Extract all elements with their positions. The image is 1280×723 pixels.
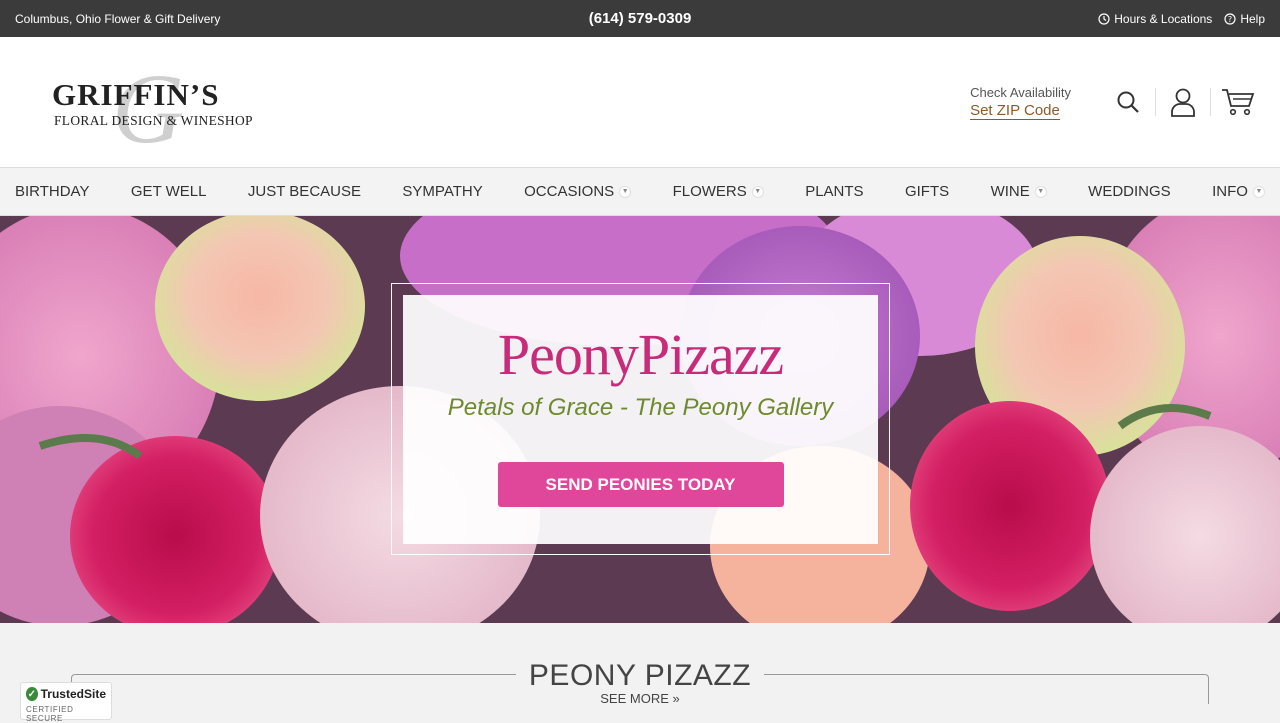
svg-text:?: ?: [1228, 15, 1232, 24]
nav-label: WEDDINGS: [1088, 183, 1171, 200]
account-button[interactable]: [1156, 80, 1210, 124]
nav-item-birthday[interactable]: BIRTHDAY: [15, 183, 89, 200]
help-label: Help: [1240, 11, 1265, 26]
trustedsite-badge[interactable]: ✓ TrustedSite CERTIFIED SECURE: [20, 682, 112, 723]
nav-item-get-well[interactable]: GET WELL: [131, 183, 207, 200]
cart-button[interactable]: [1211, 80, 1265, 124]
send-peonies-button[interactable]: SEND PEONIES TODAY: [497, 462, 784, 507]
trustedsite-label: TrustedSite: [40, 687, 106, 701]
nav-label: INFO: [1212, 183, 1248, 200]
nav-label: FLOWERS: [672, 183, 747, 200]
main-navigation: BIRTHDAY GET WELL JUST BECAUSE SYMPATHY …: [0, 167, 1280, 216]
nav-label: SYMPATHY: [402, 183, 483, 200]
clock-icon: [1098, 12, 1110, 25]
site-header: G GRIFFIN’S FLORAL DESIGN & WINESHOP Che…: [0, 37, 1280, 167]
nav-label: PLANTS: [805, 183, 864, 200]
hours-locations-link[interactable]: Hours & Locations: [1098, 12, 1212, 26]
account-icon: [1171, 88, 1195, 117]
cart-icon: [1222, 89, 1255, 116]
nav-item-sympathy[interactable]: SYMPATHY: [402, 183, 482, 200]
hero-banner[interactable]: PeonyPizazz Petals of Grace - The Peony …: [0, 216, 1280, 623]
promo-card: PeonyPizazz Petals of Grace - The Peony …: [403, 295, 878, 544]
trustedsite-tagline: CERTIFIED SECURE: [26, 705, 74, 723]
nav-item-occasions[interactable]: OCCASIONS ▼: [524, 183, 632, 200]
nav-label: JUST BECAUSE: [247, 183, 361, 200]
chevron-down-icon: ▼: [1252, 185, 1265, 198]
nav-item-just-because[interactable]: JUST BECAUSE: [248, 183, 361, 200]
header-actions: Check Availability Set ZIP Code: [970, 80, 1265, 124]
hours-locations-label: Hours & Locations: [1114, 11, 1213, 26]
chevron-down-icon: ▼: [619, 185, 632, 198]
check-availability-label: Check Availability: [970, 84, 1071, 100]
nav-label: BIRTHDAY: [15, 183, 90, 200]
site-logo[interactable]: G GRIFFIN’S FLORAL DESIGN & WINESHOP: [52, 53, 272, 164]
nav-item-plants[interactable]: PLANTS: [805, 183, 863, 200]
top-bar-links: Hours & Locations ? Help: [1098, 12, 1265, 26]
nav-label: WINE: [990, 183, 1030, 200]
logo-name: GRIFFIN’S: [52, 77, 220, 112]
see-more-link[interactable]: SEE MORE »: [0, 691, 1280, 706]
logo-subtitle: FLORAL DESIGN & WINESHOP: [54, 113, 253, 128]
top-bar: Columbus, Ohio Flower & Gift Delivery (6…: [0, 0, 1280, 37]
nav-item-flowers[interactable]: FLOWERS ▼: [673, 183, 764, 200]
section-heading: PEONY PIZAZZ: [528, 659, 752, 692]
nav-item-wine[interactable]: WINE ▼: [991, 183, 1047, 200]
chevron-down-icon: ▼: [1034, 185, 1047, 198]
search-button[interactable]: [1101, 80, 1155, 124]
delivery-location-text: Columbus, Ohio Flower & Gift Delivery: [15, 11, 221, 26]
zip-availability: Check Availability Set ZIP Code: [970, 85, 1071, 120]
help-link[interactable]: ? Help: [1224, 12, 1265, 26]
nav-item-info[interactable]: INFO ▼: [1212, 183, 1265, 200]
nav-item-gifts[interactable]: GIFTS: [905, 183, 949, 200]
promo-title: PeonyPizazz: [497, 322, 784, 387]
nav-label: GET WELL: [130, 183, 207, 200]
phone-number-link[interactable]: (614) 579-0309: [589, 10, 692, 27]
featured-section: PEONY PIZAZZ SEE MORE »: [0, 623, 1280, 719]
trustedsite-name: ✓ TrustedSite: [26, 687, 106, 701]
nav-item-weddings[interactable]: WEDDINGS: [1088, 183, 1171, 200]
search-icon: [1117, 91, 1139, 113]
help-icon: ?: [1224, 12, 1236, 25]
nav-label: GIFTS: [904, 183, 950, 200]
set-zip-link[interactable]: Set ZIP Code: [970, 102, 1060, 120]
promo-subtitle: Petals of Grace - The Peony Gallery: [447, 394, 834, 421]
chevron-down-icon: ▼: [751, 185, 764, 198]
nav-label: OCCASIONS: [524, 183, 615, 200]
checkmark-icon: ✓: [26, 687, 38, 701]
